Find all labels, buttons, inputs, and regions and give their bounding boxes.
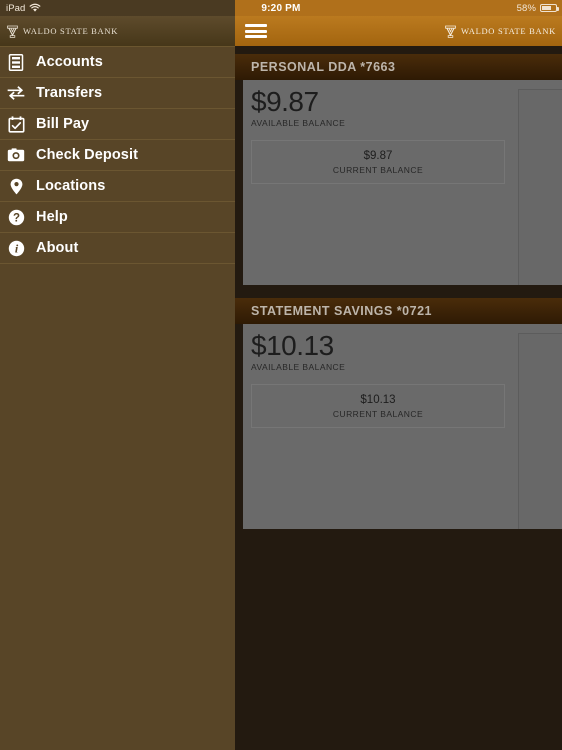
sidebar-item-help[interactable]: ? Help [0, 202, 235, 233]
sidebar-item-check-deposit[interactable]: Check Deposit [0, 140, 235, 171]
current-balance-box[interactable]: $9.87 CURRENT BALANCE [251, 140, 505, 185]
current-balance-box[interactable]: $10.13 CURRENT BALANCE [251, 384, 505, 429]
sidebar-item-label: Bill Pay [36, 116, 90, 132]
account-detail-panel: $9.87 AVAILABLE BALANCE $9.87 CURRENT BA… [243, 80, 513, 285]
account-card-header: PERSONAL DDA *7663 [235, 54, 562, 80]
sidebar-brand-header: WALDO STATE BANK [0, 16, 235, 46]
app-top-bar: WALDO STATE BANK [235, 16, 562, 46]
sidebar-item-transfers[interactable]: Transfers [0, 78, 235, 109]
account-card[interactable]: PERSONAL DDA *7663 $9.87 AVAILABLE BALAN… [235, 54, 562, 285]
map-pin-icon [6, 176, 26, 196]
current-balance-amount: $10.13 [360, 393, 396, 406]
account-card-header: STATEMENT SAVINGS *0721 [235, 298, 562, 324]
account-title: PERSONAL DDA *7663 [251, 60, 396, 74]
app-root: iPad 9:20 PM 58% WALDO STATE BANK Accoun… [0, 0, 562, 750]
account-next-panel-peek[interactable] [513, 324, 562, 529]
current-balance-label: CURRENT BALANCE [332, 408, 424, 419]
svg-text:?: ? [12, 212, 19, 224]
sidebar-item-label: Check Deposit [36, 147, 139, 163]
available-balance-amount: $10.13 [251, 330, 334, 361]
question-circle-icon: ? [6, 207, 26, 227]
transfer-arrows-icon [6, 83, 26, 103]
clock-time: 9:20 PM [261, 2, 301, 14]
sidebar-item-label: Locations [36, 178, 106, 194]
sidebar-item-locations[interactable]: Locations [0, 171, 235, 202]
filing-cabinet-icon [6, 52, 26, 72]
status-bar-right-group: 58% [516, 0, 559, 16]
sidebar-item-label: Help [36, 209, 68, 225]
status-bar: iPad 9:20 PM 58% [0, 0, 562, 16]
account-title: STATEMENT SAVINGS *0721 [251, 304, 432, 318]
status-bar-center-group: 9:20 PM [0, 0, 562, 16]
topbar-brand: WALDO STATE BANK [445, 25, 556, 38]
brand-name: WALDO STATE BANK [460, 26, 556, 36]
sidebar-item-label: About [36, 240, 79, 256]
battery-icon [540, 4, 559, 12]
account-next-panel-peek[interactable] [513, 80, 562, 285]
available-balance-label: AVAILABLE BALANCE [251, 362, 346, 373]
accounts-list: PERSONAL DDA *7663 $9.87 AVAILABLE BALAN… [235, 46, 562, 529]
sidebar-menu: Accounts Transfers Bill Pay Check Deposi… [0, 46, 235, 264]
account-detail-panel: $10.13 AVAILABLE BALANCE $10.13 CURRENT … [243, 324, 513, 529]
sidebar-item-bill-pay[interactable]: Bill Pay [0, 109, 235, 140]
bank-crest-icon [7, 25, 18, 38]
battery-percent-label: 58% [516, 2, 536, 14]
sidebar-item-label: Accounts [36, 54, 103, 70]
sidebar-item-about[interactable]: i About [0, 233, 235, 264]
sidebar: WALDO STATE BANK Accounts Transfers Bill… [0, 16, 235, 750]
camera-icon [6, 145, 26, 165]
calendar-check-icon [6, 114, 26, 134]
current-balance-label: CURRENT BALANCE [332, 164, 424, 175]
available-balance-label: AVAILABLE BALANCE [251, 118, 346, 129]
current-balance-amount: $9.87 [363, 149, 393, 162]
account-card[interactable]: STATEMENT SAVINGS *0721 $10.13 AVAILABLE… [235, 298, 562, 529]
available-balance-amount: $9.87 [251, 86, 319, 117]
account-card-body: $10.13 AVAILABLE BALANCE $10.13 CURRENT … [235, 324, 562, 529]
bank-crest-icon [445, 25, 456, 38]
hamburger-menu-icon[interactable] [245, 23, 267, 39]
sidebar-item-label: Transfers [36, 85, 103, 101]
brand: WALDO STATE BANK [7, 25, 118, 38]
main-content: WALDO STATE BANK PERSONAL DDA *7663 $9.8… [235, 16, 562, 750]
account-card-body: $9.87 AVAILABLE BALANCE $9.87 CURRENT BA… [235, 80, 562, 285]
info-circle-icon: i [6, 238, 26, 258]
brand-name: WALDO STATE BANK [23, 26, 119, 36]
sidebar-item-accounts[interactable]: Accounts [0, 47, 235, 78]
